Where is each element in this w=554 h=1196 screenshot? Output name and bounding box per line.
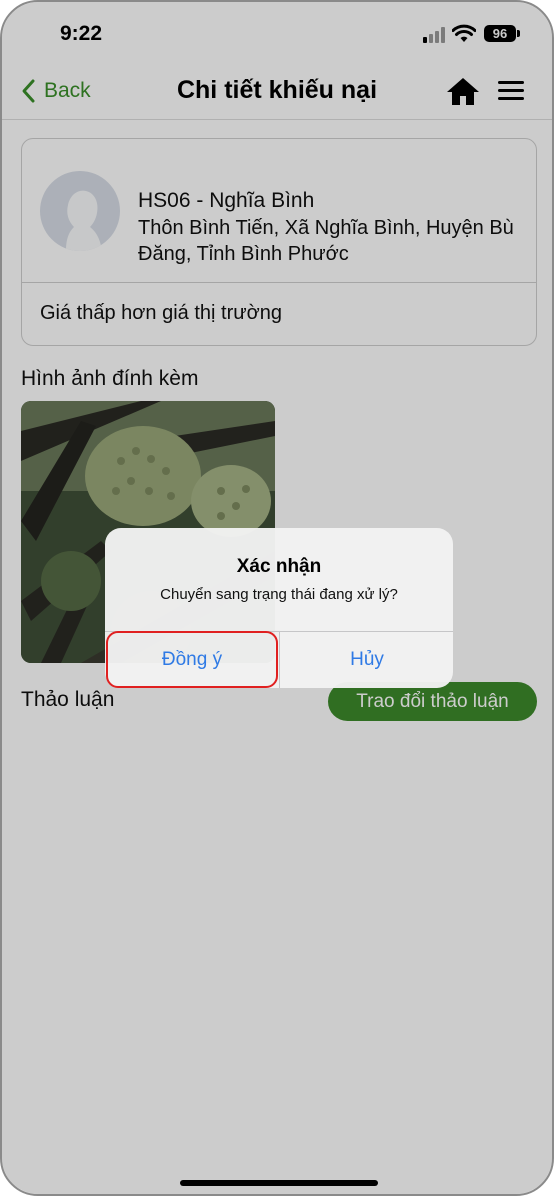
home-icon[interactable] bbox=[446, 76, 480, 106]
household-name: HS06 - Nghĩa Bình bbox=[138, 189, 315, 212]
status-bar: 9:22 96 bbox=[2, 2, 552, 64]
household-address: Thôn Bình Tiến, Xã Nghĩa Bình, Huyện Bù … bbox=[138, 217, 514, 265]
confirm-dialog: Xác nhận Chuyển sang trạng thái đang xử … bbox=[105, 528, 453, 688]
cellular-signal-icon bbox=[423, 27, 447, 43]
hamburger-menu-icon[interactable] bbox=[496, 80, 526, 102]
discussion-heading: Thảo luận bbox=[21, 688, 115, 711]
navigation-bar: Back Chi tiết khiếu nại bbox=[2, 64, 552, 120]
complaint-text: Giá thấp hơn giá thị trường bbox=[40, 302, 282, 324]
confirm-button[interactable]: Đồng ý bbox=[105, 631, 279, 688]
person-silhouette-icon bbox=[66, 190, 102, 251]
attachments-heading: Hình ảnh đính kèm bbox=[21, 367, 199, 390]
card-divider bbox=[22, 282, 536, 283]
wifi-icon bbox=[452, 24, 476, 42]
status-time: 9:22 bbox=[60, 22, 103, 45]
complaint-card: HS06 - Nghĩa Bình Thôn Bình Tiến, Xã Ngh… bbox=[21, 138, 537, 346]
cancel-button[interactable]: Hủy bbox=[280, 631, 453, 688]
avatar bbox=[40, 171, 120, 251]
battery-icon: 96 bbox=[484, 25, 516, 42]
battery-cap bbox=[517, 30, 520, 37]
dialog-message: Chuyển sang trạng thái đang xử lý? bbox=[160, 586, 398, 603]
home-indicator[interactable] bbox=[180, 1180, 378, 1186]
dialog-title: Xác nhận bbox=[236, 556, 322, 577]
phone-screen: 9:22 96 Back Chi tiết khiếu nại HS06 - N… bbox=[0, 0, 554, 1196]
